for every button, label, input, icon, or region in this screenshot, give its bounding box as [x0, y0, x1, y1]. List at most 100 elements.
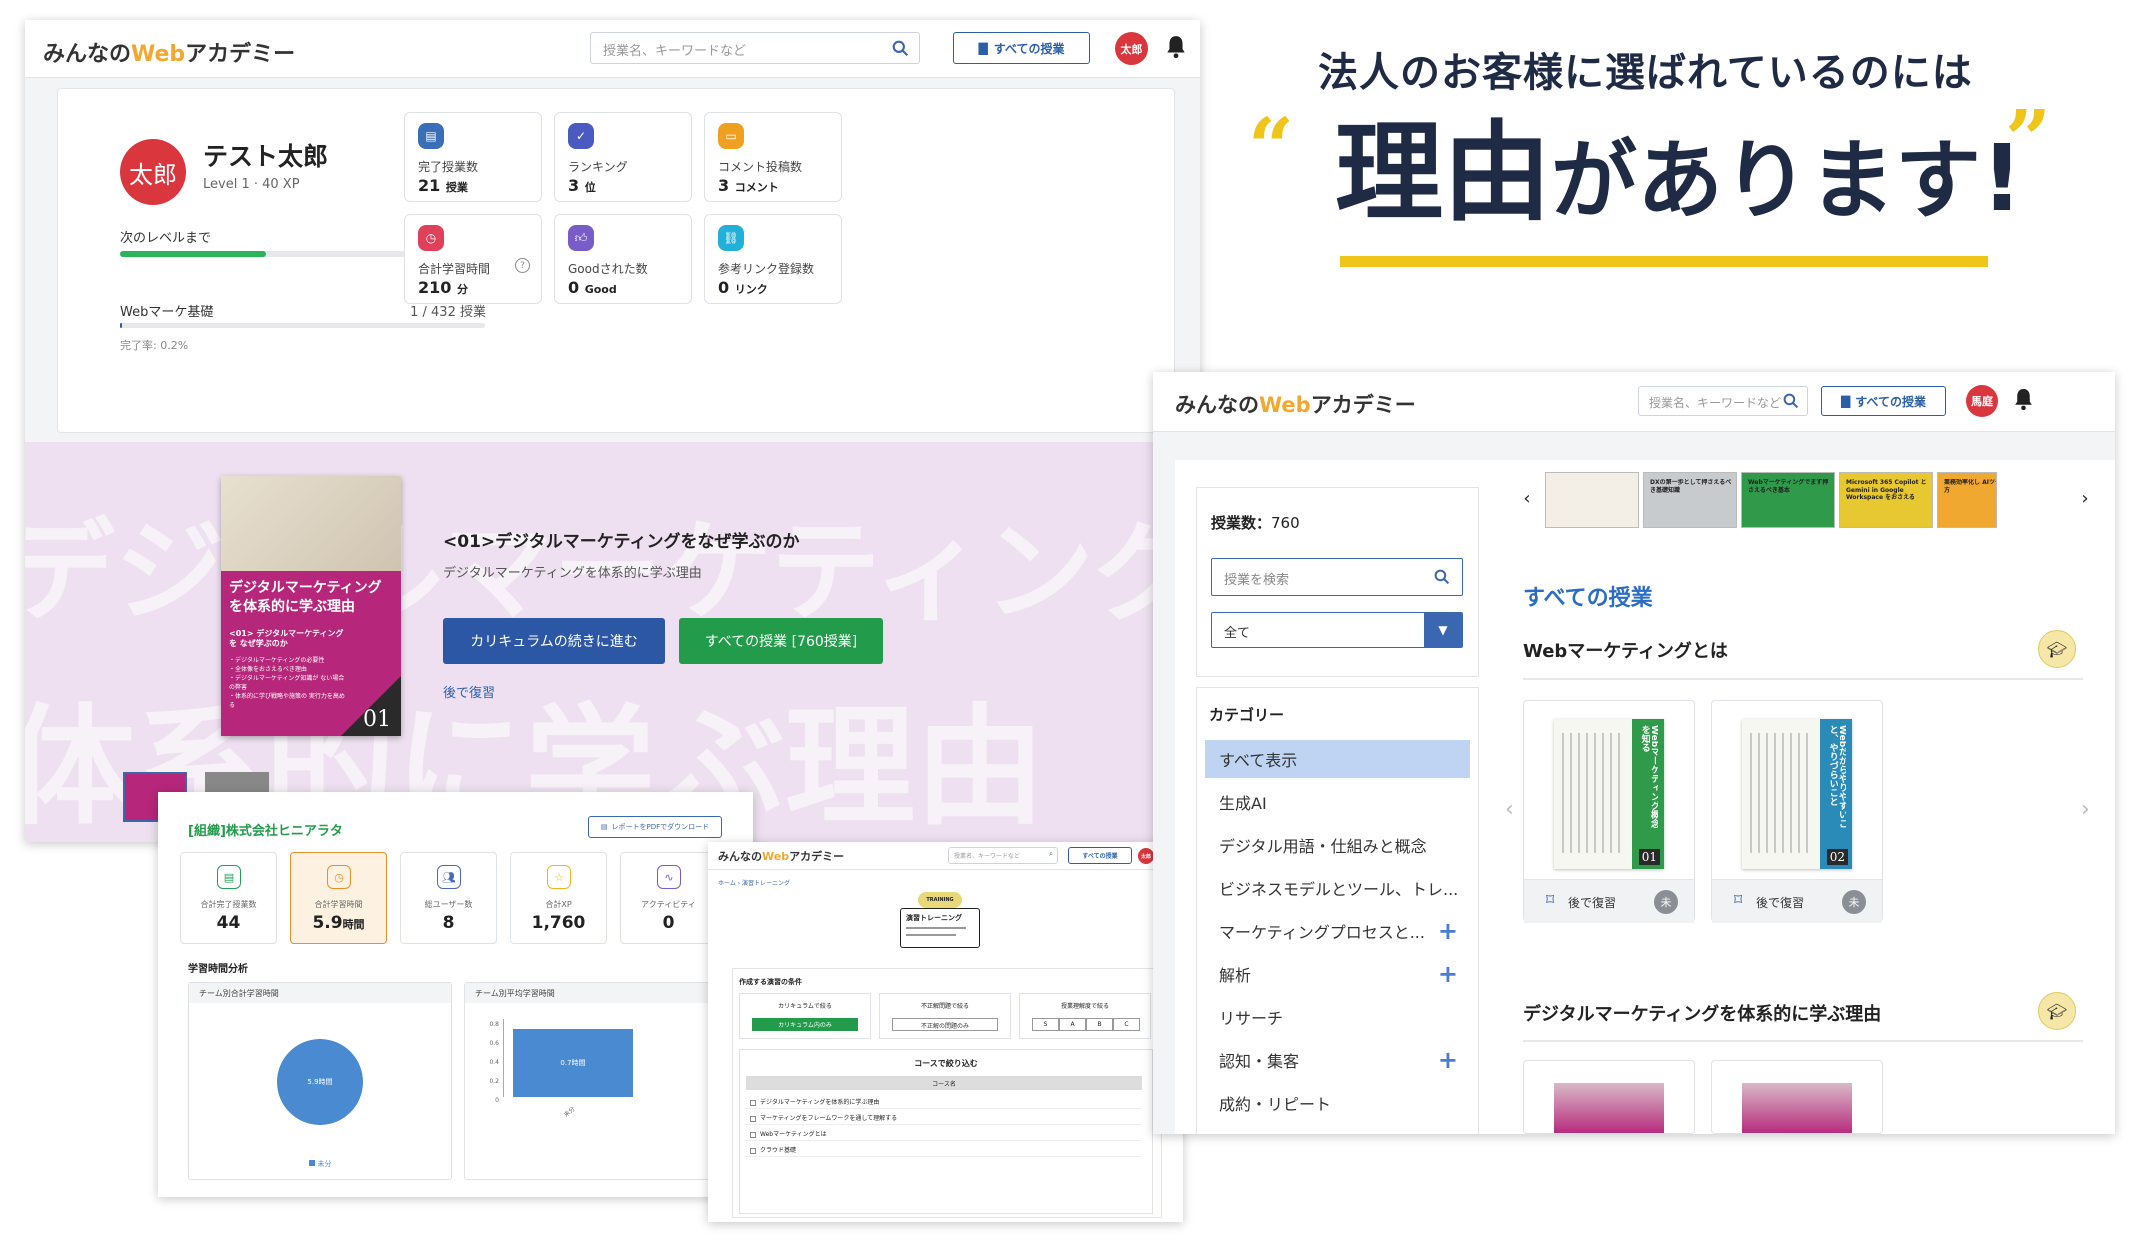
site-logo[interactable]: みんなのWebアカデミー: [718, 848, 844, 864]
users-icon: 👥︎: [437, 865, 461, 889]
book-card[interactable]: Webだからやりやすいこと、やりづらいこと 02 ⌑ 後で復習 未: [1711, 700, 1883, 923]
divider: [906, 934, 956, 936]
help-icon[interactable]: ?: [515, 258, 530, 273]
search-input[interactable]: 授業名、キーワードなど: [1638, 386, 1808, 416]
checkbox[interactable]: [750, 1131, 756, 1138]
all-lessons-button[interactable]: ▇ すべての授業: [953, 32, 1090, 64]
stat-unit: 位: [584, 181, 596, 194]
cover-panel: デジタルマーケティングを体系的に学ぶ理由 <01> デジタルマーケティングを な…: [221, 571, 401, 736]
pie-slice: 5.9時間: [277, 1039, 363, 1125]
avatar[interactable]: 太郎: [1115, 32, 1148, 65]
carousel-thumb[interactable]: 業務効率化し AIツールの使い方: [1937, 472, 1997, 528]
grade-toggle[interactable]: B: [1086, 1018, 1113, 1031]
category-item[interactable]: 認知・集客 +: [1205, 1041, 1470, 1079]
stat-unit: コメント: [734, 181, 779, 194]
bookmark-icon[interactable]: ⌑: [1734, 890, 1742, 909]
tick-label: 0.4: [489, 1059, 499, 1066]
category-item[interactable]: ビジネスモデルとツール、トレ...: [1205, 869, 1470, 907]
bell-icon[interactable]: [2013, 388, 2034, 411]
carousel-thumb[interactable]: [1545, 472, 1639, 528]
lesson-subtitle: デジタルマーケティングを体系的に学ぶ理由: [443, 566, 702, 581]
review-later-label[interactable]: 後で復習: [1756, 894, 1804, 911]
curriculum-toggle[interactable]: カリキュラム内のみ: [752, 1018, 858, 1031]
grade-toggle[interactable]: S: [1032, 1018, 1059, 1031]
course-row[interactable]: マーケティングをフレームワークを通して理解する: [746, 1110, 1142, 1125]
checkbox[interactable]: [750, 1147, 756, 1154]
filter-box: 授業理解度で絞る S A B C: [1019, 993, 1151, 1039]
grade-toggle[interactable]: A: [1059, 1018, 1086, 1031]
all-lessons-button[interactable]: ▇ すべての授業: [1821, 386, 1946, 416]
user-name: テスト太郎: [203, 142, 329, 171]
category-item[interactable]: すべて表示: [1205, 740, 1470, 778]
continue-curriculum-button[interactable]: カリキュラムの続きに進む: [443, 618, 665, 664]
carousel-thumb[interactable]: DXの第一歩として押さえるべき基礎知識: [1643, 472, 1737, 528]
avatar[interactable]: 馬庭: [1966, 385, 1998, 417]
pdf-icon: ▤: [600, 823, 608, 831]
checkbox[interactable]: [750, 1099, 756, 1106]
category-item[interactable]: マーケティングプロセスと... +: [1205, 912, 1470, 950]
course-row[interactable]: デジタルマーケティングを体系的に学ぶ理由: [746, 1094, 1142, 1109]
search-icon: [1434, 569, 1450, 585]
category-item[interactable]: 成約・リピート: [1205, 1084, 1470, 1122]
kpi-label: 合計完了授業数: [200, 900, 257, 909]
site-logo[interactable]: みんなのWebアカデミー: [1175, 389, 1416, 419]
review-later-label[interactable]: 後で復習: [1568, 894, 1616, 911]
book-card[interactable]: Webマーケティング概念を知る 01 ⌑ 後で復習 未: [1523, 700, 1695, 923]
training-card: 演習トレーニング: [900, 908, 980, 948]
tick-label: 0: [495, 1097, 499, 1104]
plus-icon[interactable]: +: [1438, 960, 1458, 988]
all-lessons-count-button[interactable]: すべての授業 [760授業]: [679, 618, 883, 664]
course-row[interactable]: Webマーケティングとは: [746, 1126, 1142, 1141]
search-input[interactable]: 授業名、キーワードなど ⌕: [948, 847, 1058, 864]
search-icon: ⌕: [1049, 850, 1053, 858]
course-row[interactable]: クラウド基礎: [746, 1142, 1142, 1157]
category-item[interactable]: 解析 +: [1205, 955, 1470, 993]
book-prev-icon[interactable]: ‹: [1505, 797, 1514, 822]
stat-label: Goodされた数: [568, 262, 648, 276]
all-lessons-button[interactable]: すべての授業: [1068, 847, 1132, 864]
dashboard-screenshot: みんなのWebアカデミー 授業名、キーワードなど ▇ すべての授業 太郎 太郎 テ…: [25, 20, 1200, 842]
book-footer: ⌑ 後で復習 未: [1524, 879, 1694, 923]
category-item[interactable]: デジタル用語・仕組みと概念: [1205, 826, 1470, 864]
carousel-thumb[interactable]: Microsoft 365 Copilot と Gemini in Google…: [1839, 472, 1933, 528]
category-item[interactable]: 生成AI: [1205, 783, 1470, 821]
pie-slice-label: 5.9時間: [307, 1078, 333, 1086]
search-input[interactable]: 授業名、キーワードなど: [590, 32, 920, 64]
book-next-icon[interactable]: ›: [2081, 797, 2090, 822]
plus-icon[interactable]: +: [1438, 1046, 1458, 1074]
clock-icon: ◷: [327, 865, 351, 889]
bookmark-icon[interactable]: ⌑: [1546, 890, 1554, 909]
plus-icon[interactable]: +: [1438, 917, 1458, 945]
breadcrumb[interactable]: ホーム › 演習トレーニング: [718, 878, 790, 887]
pdf-download-button[interactable]: ▤ レポートをPDFでダウンロード: [588, 816, 722, 838]
lesson-cover[interactable]: デジタルマーケティングを体系的に学ぶ理由 <01> デジタルマーケティングを な…: [221, 476, 401, 736]
kpi-value: 0: [621, 913, 716, 933]
review-later-link[interactable]: 後で復習: [443, 682, 495, 701]
grade-toggle[interactable]: C: [1113, 1018, 1140, 1031]
carousel-next-button[interactable]: ›: [2071, 484, 2099, 512]
headline-main: 理由があります!: [1335, 120, 2023, 228]
book-icon: ▤: [418, 123, 444, 149]
bar-label: 0.7時間: [560, 1059, 586, 1067]
checkbox[interactable]: [750, 1115, 756, 1122]
book-card[interactable]: [1711, 1060, 1883, 1134]
category-item[interactable]: リサーチ: [1205, 998, 1470, 1036]
carousel-prev-button[interactable]: ‹: [1513, 484, 1541, 512]
course-filter-panel: コースで絞り込む コース名 デジタルマーケティングを体系的に学ぶ理由 マーケティン…: [739, 1049, 1153, 1214]
carousel-thumb-text: 業務効率化し AIツールの使い方: [1944, 479, 1996, 494]
lesson-search-input[interactable]: 授業を検索: [1211, 558, 1463, 596]
avatar[interactable]: 太郎: [1138, 848, 1154, 864]
bell-icon[interactable]: [1165, 35, 1187, 59]
graduation-cap-icon[interactable]: 🎓︎: [2038, 992, 2076, 1030]
site-logo[interactable]: みんなのWebアカデミー: [43, 36, 295, 68]
lesson-title: <01>デジタルマーケティングをなぜ学ぶのか: [443, 532, 800, 552]
stat-card: ⛓︎ 参考リンク登録数 0 リンク: [704, 214, 842, 304]
book-card[interactable]: [1523, 1060, 1695, 1134]
incorrect-toggle[interactable]: 不正解の問題のみ: [892, 1018, 998, 1031]
search-icon: [892, 40, 909, 57]
carousel-thumb-text: Webマーケティングでまず押さえるべき基本: [1748, 479, 1829, 494]
bar-axis-ticks: 0.8 0.6 0.4 0.2 0: [483, 1015, 499, 1110]
category-select[interactable]: 全て ▼: [1211, 612, 1463, 648]
carousel-thumb[interactable]: Webマーケティングでまず押さえるべき基本: [1741, 472, 1835, 528]
graduation-cap-icon[interactable]: 🎓︎: [2038, 630, 2076, 668]
